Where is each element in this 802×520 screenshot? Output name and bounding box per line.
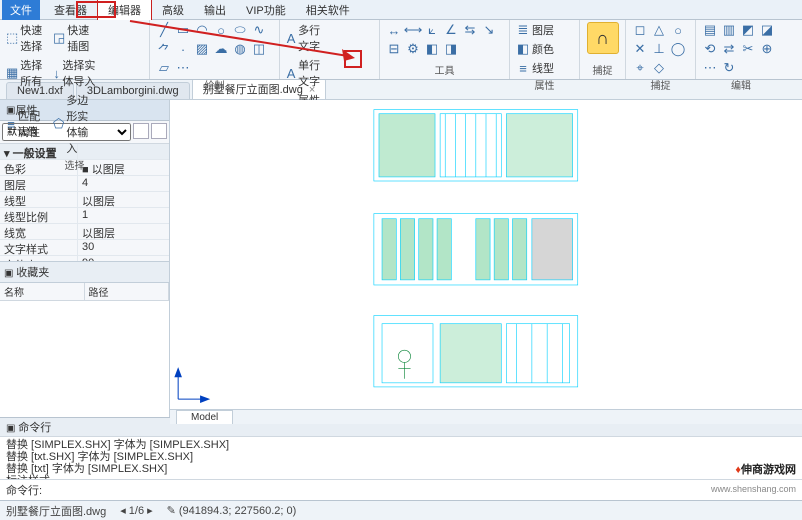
entity-import[interactable]: ↓选择实体导入 xyxy=(53,57,97,89)
snap-per-icon[interactable]: ⊥ xyxy=(651,41,667,57)
prop-tool-icon[interactable] xyxy=(151,123,167,139)
group-label: 绘制 xyxy=(156,77,273,92)
edit6-icon[interactable]: ⇄ xyxy=(721,41,737,57)
circle-icon[interactable]: ○ xyxy=(213,22,229,38)
edit1-icon[interactable]: ▤ xyxy=(702,22,718,38)
status-coords: ✎ (941894.3; 227560.2; 0) xyxy=(167,504,297,517)
menu-tab-advanced[interactable]: 高级 xyxy=(152,0,194,20)
group-label: 属性 xyxy=(516,77,573,92)
ribbon-group-tool: ↔ ⟷ ⟀ ∠ ⇆ ↘ ⊟ ⚙ ◧ ◨ 工具 xyxy=(380,20,510,79)
dim2-icon[interactable]: ⟷ xyxy=(405,22,421,38)
snap-mid-icon[interactable]: △ xyxy=(651,22,667,38)
color[interactable]: ◧颜色 xyxy=(516,41,573,57)
edit10-icon[interactable]: ↻ xyxy=(721,60,737,76)
snap-tan-icon[interactable]: ◯ xyxy=(670,41,686,57)
status-file: 别墅餐厅立面图.dwg xyxy=(6,503,106,519)
ribbon-group-select: ⬚快速选择 ◲快速插图 ▦选择所有 ↓选择实体导入 ≡匹配属性 ⬠多边形实体输入… xyxy=(0,20,150,79)
menu-tab-editor[interactable]: 编辑器 xyxy=(97,0,152,21)
watermark: ♦伸商游戏网 xyxy=(735,457,796,478)
edit7-icon[interactable]: ✂ xyxy=(740,41,756,57)
ribbon-group-text: A多行文字 A单行文字 A属性定义 ✎ 文字 xyxy=(280,20,380,79)
poly-input[interactable]: ⬠多边形实体输入 xyxy=(53,92,97,156)
drawing-canvas[interactable] xyxy=(170,100,802,409)
ribbon-group-draw: ╱ ▭ ◠ ○ ⬭ ∿ ⺈ · ▨ ☁ ◍ ◫ ▱ ⋯ 绘制 xyxy=(150,20,280,79)
model-tab[interactable]: Model xyxy=(176,410,233,424)
tool2-icon[interactable]: ◧ xyxy=(424,41,440,57)
cloud-icon[interactable]: ☁ xyxy=(213,41,229,57)
canvas-wrap: Model xyxy=(170,100,802,417)
tool3-icon[interactable]: ◨ xyxy=(443,41,459,57)
edit8-icon[interactable]: ⊕ xyxy=(759,41,775,57)
mtext[interactable]: A多行文字 xyxy=(286,22,330,54)
menu-tab-vip[interactable]: VIP功能 xyxy=(236,0,296,20)
edit3-icon[interactable]: ◩ xyxy=(740,22,756,38)
leader-icon[interactable]: ↘ xyxy=(481,22,497,38)
quick-select[interactable]: ⬚快速选择 xyxy=(6,22,50,54)
snap-cen-icon[interactable]: ○ xyxy=(670,22,686,38)
file-menu[interactable]: 文件 xyxy=(2,0,40,20)
stext[interactable]: A单行文字 xyxy=(286,57,330,89)
misc-icon[interactable]: ⋯ xyxy=(175,60,191,76)
snap-node-icon[interactable]: ◇ xyxy=(651,60,667,76)
meas-icon[interactable]: ⟀ xyxy=(424,22,440,38)
break-icon[interactable]: ⊟ xyxy=(386,41,402,57)
menu-bar: 文件 查看器 编辑器 高级 输出 VIP功能 相关软件 xyxy=(0,0,802,20)
edit5-icon[interactable]: ⟲ xyxy=(702,41,718,57)
command-input[interactable] xyxy=(42,482,796,498)
image-icon[interactable]: ▱ xyxy=(156,60,172,76)
select-all[interactable]: ▦选择所有 xyxy=(6,57,50,89)
polyline-icon[interactable]: ⺈ xyxy=(156,41,172,57)
ribbon-group-snap: ∩ 捕捉 xyxy=(580,20,626,79)
ribbon: ⬚快速选择 ◲快速插图 ▦选择所有 ↓选择实体导入 ≡匹配属性 ⬠多边形实体输入… xyxy=(0,20,802,80)
layer[interactable]: ≣图层 xyxy=(516,22,573,38)
group-label: 捕捉 xyxy=(632,77,689,92)
watermark-url: www.shenshang.com xyxy=(711,484,796,494)
point-icon[interactable]: · xyxy=(175,41,191,57)
quick-insert[interactable]: ◲快速插图 xyxy=(53,22,97,54)
snap-int-icon[interactable]: ✕ xyxy=(632,41,648,57)
group-label: 编辑 xyxy=(702,77,780,92)
menu-tab-related[interactable]: 相关软件 xyxy=(296,0,360,20)
snap-near-icon[interactable]: ⌖ xyxy=(632,60,648,76)
arc-icon[interactable]: ◠ xyxy=(194,22,210,38)
block-icon[interactable]: ◫ xyxy=(251,41,267,57)
angle-icon[interactable]: ∠ xyxy=(443,22,459,38)
align-icon[interactable]: ⇆ xyxy=(462,22,478,38)
status-bar: 别墅餐厅立面图.dwg ◂ 1/6 ▸ ✎ (941894.3; 227560.… xyxy=(0,500,802,520)
favorites-columns: 名称路径 xyxy=(0,283,169,301)
command-input-row: 命令行: xyxy=(0,479,802,500)
snap-button[interactable]: ∩ xyxy=(587,22,619,54)
command-log: 替换 [SIMPLEX.SHX] 字体为 [SIMPLEX.SHX]替换 [tx… xyxy=(0,437,802,479)
cad-drawing xyxy=(170,100,802,409)
favorites-body xyxy=(0,301,169,418)
edit9-icon[interactable]: ⋯ xyxy=(702,60,718,76)
status-page: ◂ 1/6 ▸ xyxy=(120,504,152,517)
ellipse-icon[interactable]: ⬭ xyxy=(232,22,248,38)
command-prompt: 命令行: xyxy=(6,482,42,498)
ltype[interactable]: ≡线型 xyxy=(516,60,573,76)
curve-icon[interactable]: ∿ xyxy=(251,22,267,38)
favorites-header[interactable]: ▣ 收藏夹 xyxy=(0,261,169,283)
group-label: 选择 xyxy=(6,157,143,172)
menu-tab-viewer[interactable]: 查看器 xyxy=(44,0,97,20)
match-props[interactable]: ≡匹配属性 xyxy=(6,108,50,140)
region-icon[interactable]: ◍ xyxy=(232,41,248,57)
snap-label: 捕捉 xyxy=(593,62,613,77)
menu-tab-output[interactable]: 输出 xyxy=(194,0,236,20)
edit4-icon[interactable]: ◪ xyxy=(759,22,775,38)
rect-icon[interactable]: ▭ xyxy=(175,22,191,38)
edit2-icon[interactable]: ▥ xyxy=(721,22,737,38)
model-strip: Model xyxy=(170,409,802,424)
command-area: ▣ 命令行 替换 [SIMPLEX.SHX] 字体为 [SIMPLEX.SHX]… xyxy=(0,417,802,500)
hatch-icon[interactable]: ▨ xyxy=(194,41,210,57)
dim-icon[interactable]: ↔ xyxy=(386,22,402,38)
ribbon-group-edit: ▤ ▥ ◩ ◪ ⟲ ⇄ ✂ ⊕ ⋯ ↻ 编辑 xyxy=(696,20,786,79)
group-label: 工具 xyxy=(386,62,503,77)
ribbon-group-props: ≣图层 ◧颜色 ≡线型 属性 xyxy=(510,20,580,79)
line-icon[interactable]: ╱ xyxy=(156,22,172,38)
snap-end-icon[interactable]: ◻ xyxy=(632,22,648,38)
ribbon-group-snap2: ◻ △ ○ ✕ ⊥ ◯ ⌖ ◇ 捕捉 xyxy=(626,20,696,79)
tool-icon[interactable]: ⚙ xyxy=(405,41,421,57)
